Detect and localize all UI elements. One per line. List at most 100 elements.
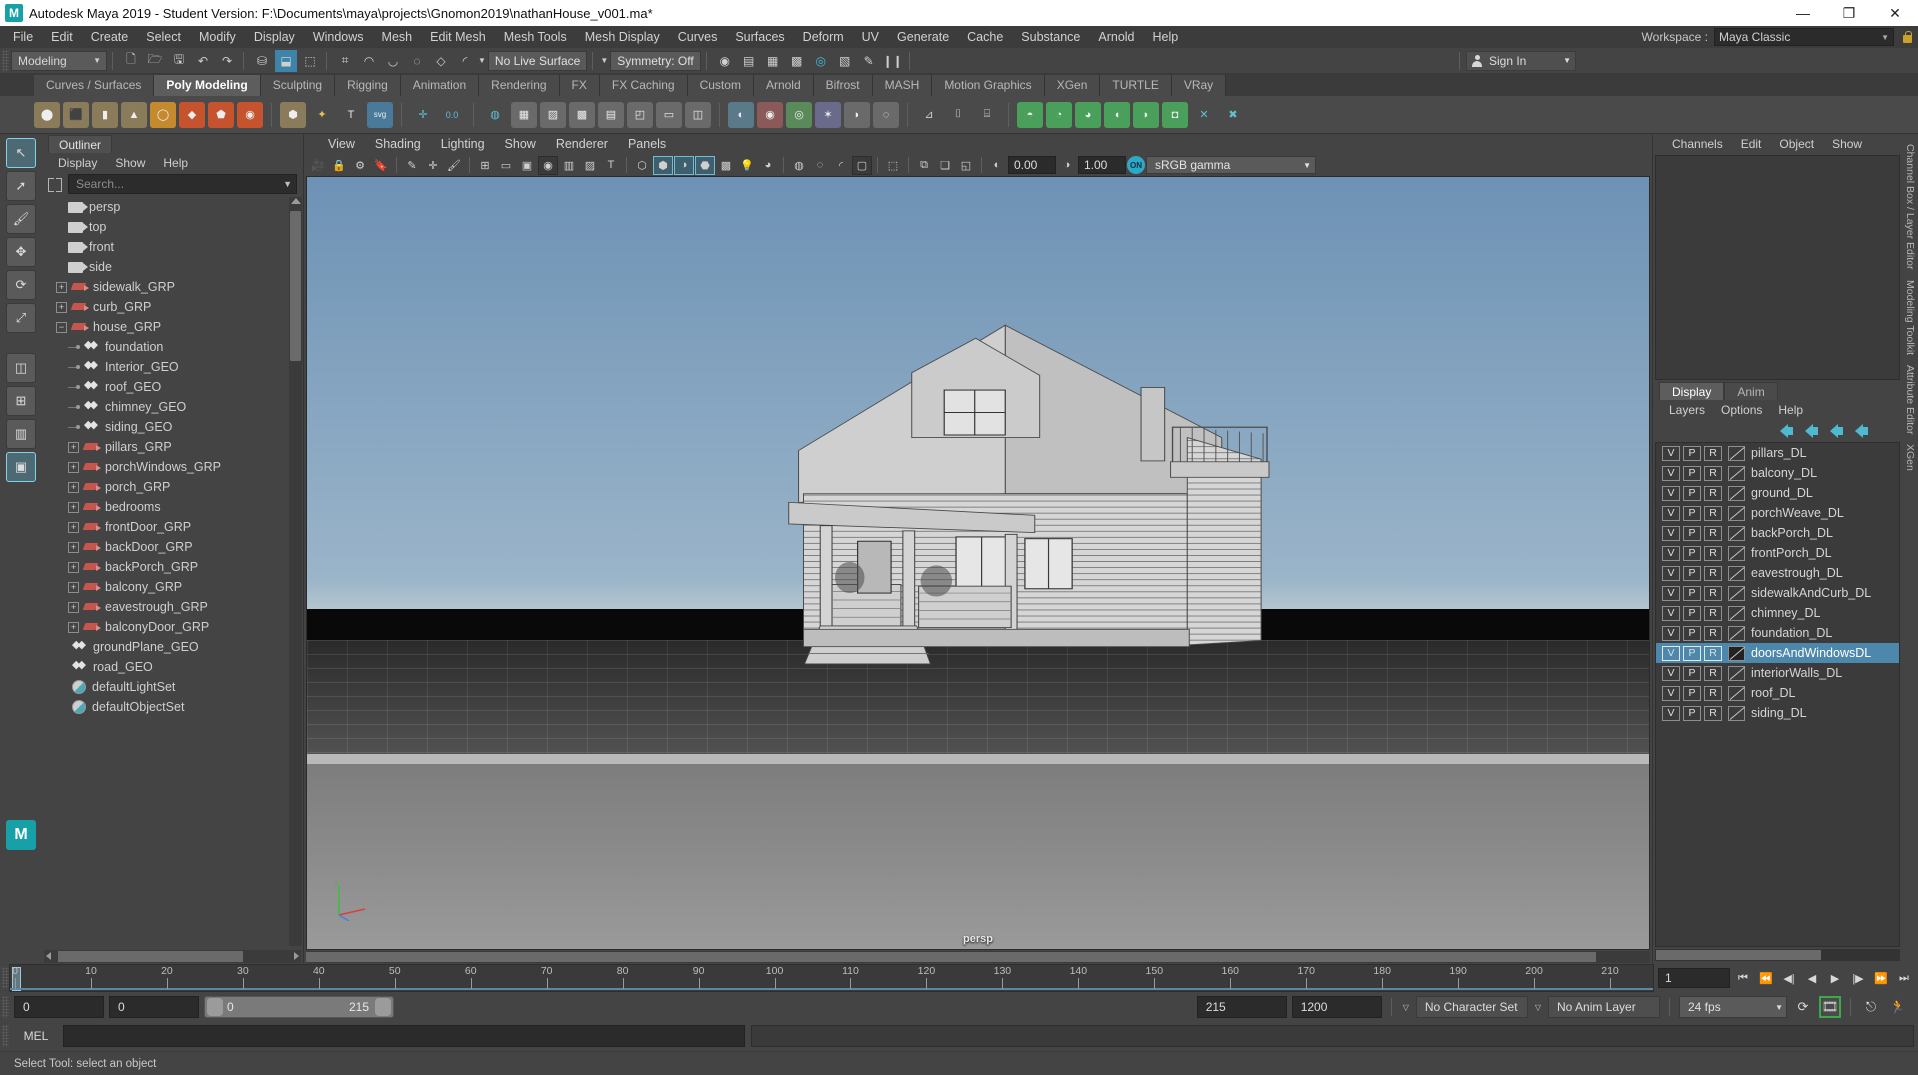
poly-cylinder-icon[interactable]: ▮ (92, 101, 118, 128)
poly-type-icon[interactable]: T (338, 102, 364, 128)
quad-draw-icon[interactable]: ✛ (410, 102, 436, 128)
display-layer-row[interactable]: V P RsidewalkAndCurb_DL (1656, 583, 1899, 603)
bevel-icon[interactable]: ◰ (627, 101, 653, 128)
layer-visibility-toggle[interactable]: V (1662, 565, 1680, 581)
viewport-horizontal-scrollbar[interactable] (306, 951, 1650, 963)
shelf-tab-fx[interactable]: FX (559, 75, 600, 96)
layer-reference-toggle[interactable]: R (1704, 565, 1722, 581)
quadrangulate-icon[interactable]: ✖ (1220, 102, 1246, 128)
statusline-grip[interactable] (2, 49, 9, 72)
layer-playback-toggle[interactable]: P (1683, 485, 1701, 501)
menu-windows[interactable]: Windows (304, 26, 373, 48)
side-tab-attribute-editor[interactable]: Attribute Editor (1904, 365, 1916, 434)
smooth-tool-icon[interactable]: ◔ (1046, 101, 1072, 128)
outliner-expander-collapsed-icon[interactable]: + (68, 461, 79, 473)
textured-icon[interactable]: ▩ (716, 156, 736, 175)
outliner-item[interactable]: + sidewalk_GRP (42, 277, 303, 297)
outliner-item[interactable]: front (42, 237, 303, 257)
symmetry-field[interactable]: Symmetry: Off (610, 50, 701, 71)
layer-color-swatch[interactable] (1728, 605, 1745, 621)
sculpt-icon[interactable]: ◓ (1017, 101, 1043, 128)
image-plane-icon[interactable]: ✛ (423, 156, 443, 175)
step-forward-key-icon[interactable]: ⏩ (1871, 968, 1891, 988)
layer-color-swatch[interactable] (1728, 445, 1745, 461)
shelf-tab-curves-surfaces[interactable]: Curves / Surfaces (34, 75, 155, 96)
resolution-gate-icon[interactable]: ▣ (517, 156, 537, 175)
safe-action-icon[interactable]: ▨ (580, 156, 600, 175)
shelf-tab-motion-graphics[interactable]: Motion Graphics (932, 75, 1045, 96)
layer-visibility-toggle[interactable]: V (1662, 525, 1680, 541)
command-input[interactable] (63, 1025, 745, 1047)
display-layer-row[interactable]: V P Rground_DL (1656, 483, 1899, 503)
bridge-icon[interactable]: ▭ (656, 101, 682, 128)
four-view-layout-icon[interactable]: ⊞ (6, 386, 36, 416)
persp-layout-icon[interactable]: ◫ (6, 353, 36, 383)
outliner-item[interactable]: chimney_GEO (42, 397, 303, 417)
outliner-expander-expanded-icon[interactable]: − (56, 321, 67, 333)
select-by-object-icon[interactable]: ⬓ (275, 49, 297, 72)
layer-reference-toggle[interactable]: R (1704, 585, 1722, 601)
step-back-key-icon[interactable]: ⏪ (1756, 968, 1776, 988)
menu-curves[interactable]: Curves (669, 26, 727, 48)
layer-playback-toggle[interactable]: P (1683, 585, 1701, 601)
side-tab-xgen[interactable]: XGen (1904, 444, 1916, 471)
layer-reference-toggle[interactable]: R (1704, 705, 1722, 721)
poly-sphere-icon[interactable]: ⬤ (34, 101, 60, 128)
layer-color-swatch[interactable] (1728, 585, 1745, 601)
menu-surfaces[interactable]: Surfaces (726, 26, 793, 48)
layer-playback-toggle[interactable]: P (1683, 545, 1701, 561)
display-layer-row[interactable]: V P Rchimney_DL (1656, 603, 1899, 623)
shaded-flat-icon[interactable]: ◑ (674, 155, 694, 175)
layer-color-swatch[interactable] (1728, 665, 1745, 681)
scrollbar-thumb[interactable] (1656, 950, 1821, 960)
outliner-expander-collapsed-icon[interactable]: + (56, 281, 67, 293)
workspace-dropdown[interactable]: Maya Classic ▼ (1714, 28, 1894, 46)
paint-effects-icon[interactable]: 🖌 (444, 156, 464, 175)
safe-title-icon[interactable]: T (601, 156, 621, 175)
display-layer-row[interactable]: V P Rfoundation_DL (1656, 623, 1899, 643)
range-right-handle[interactable] (375, 998, 391, 1016)
display-layer-row[interactable]: V P RinteriorWalls_DL (1656, 663, 1899, 683)
layer-reference-toggle[interactable]: R (1704, 625, 1722, 641)
shelf-tab-sculpting[interactable]: Sculpting (260, 75, 336, 96)
grid-icon[interactable]: ⊞ (475, 156, 495, 175)
shelf-tab-rigging[interactable]: Rigging (335, 75, 401, 96)
smooth-icon[interactable]: ◍ (482, 102, 508, 128)
layer-visibility-toggle[interactable]: V (1662, 485, 1680, 501)
wireframe-icon[interactable]: ⬡ (632, 156, 652, 175)
playback-end-time-field[interactable]: 215 (1196, 996, 1287, 1018)
layer-playback-toggle[interactable]: P (1683, 525, 1701, 541)
channelbox-menu-show[interactable]: Show (1823, 134, 1871, 154)
snap-to-grid-icon[interactable]: ⌗ (334, 50, 356, 72)
layer-color-swatch[interactable] (1728, 705, 1745, 721)
triangulate-icon[interactable]: ✕ (1191, 102, 1217, 128)
reduce-icon[interactable]: ◘ (1162, 101, 1188, 128)
viewport-menu-view[interactable]: View (318, 134, 365, 154)
auto-key-icon[interactable]: ⎋ (1860, 996, 1882, 1018)
viewport-menu-lighting[interactable]: Lighting (431, 134, 495, 154)
layer-color-swatch[interactable] (1728, 625, 1745, 641)
bookmark-icon[interactable]: 🔖 (371, 156, 391, 175)
anim-layer-field[interactable]: No Anim Layer (1548, 996, 1660, 1018)
snap-value-icon[interactable]: 0.0 (439, 102, 465, 128)
display-layer-row[interactable]: V P RbackPorch_DL (1656, 523, 1899, 543)
layer-reference-toggle[interactable]: R (1704, 445, 1722, 461)
menu-cache[interactable]: Cache (958, 26, 1012, 48)
layer-color-swatch[interactable] (1728, 505, 1745, 521)
scrollbar-thumb[interactable] (290, 211, 301, 361)
gate-mask-icon[interactable]: ◉ (538, 155, 558, 175)
isolate-select-icon[interactable]: ⬚ (883, 156, 903, 175)
layer-reference-toggle[interactable]: R (1704, 545, 1722, 561)
layer-playback-toggle[interactable]: P (1683, 645, 1701, 661)
shelf-tab-vray[interactable]: VRay (1171, 75, 1227, 96)
separate-icon[interactable]: ▨ (540, 101, 566, 128)
ao-icon[interactable]: ◍ (789, 156, 809, 175)
layer-playback-toggle[interactable]: P (1683, 665, 1701, 681)
poly-svg-file-icon[interactable]: svg (367, 101, 393, 128)
color-management-toggle[interactable]: ON (1127, 156, 1145, 174)
character-set-chevron-icon[interactable]: ▽ (1401, 1003, 1411, 1012)
layer-playback-toggle[interactable]: P (1683, 625, 1701, 641)
shelf-tab-animation[interactable]: Animation (400, 75, 480, 96)
anim-layer-chevron-icon[interactable]: ▽ (1533, 1003, 1543, 1012)
menu-file[interactable]: File (4, 26, 42, 48)
